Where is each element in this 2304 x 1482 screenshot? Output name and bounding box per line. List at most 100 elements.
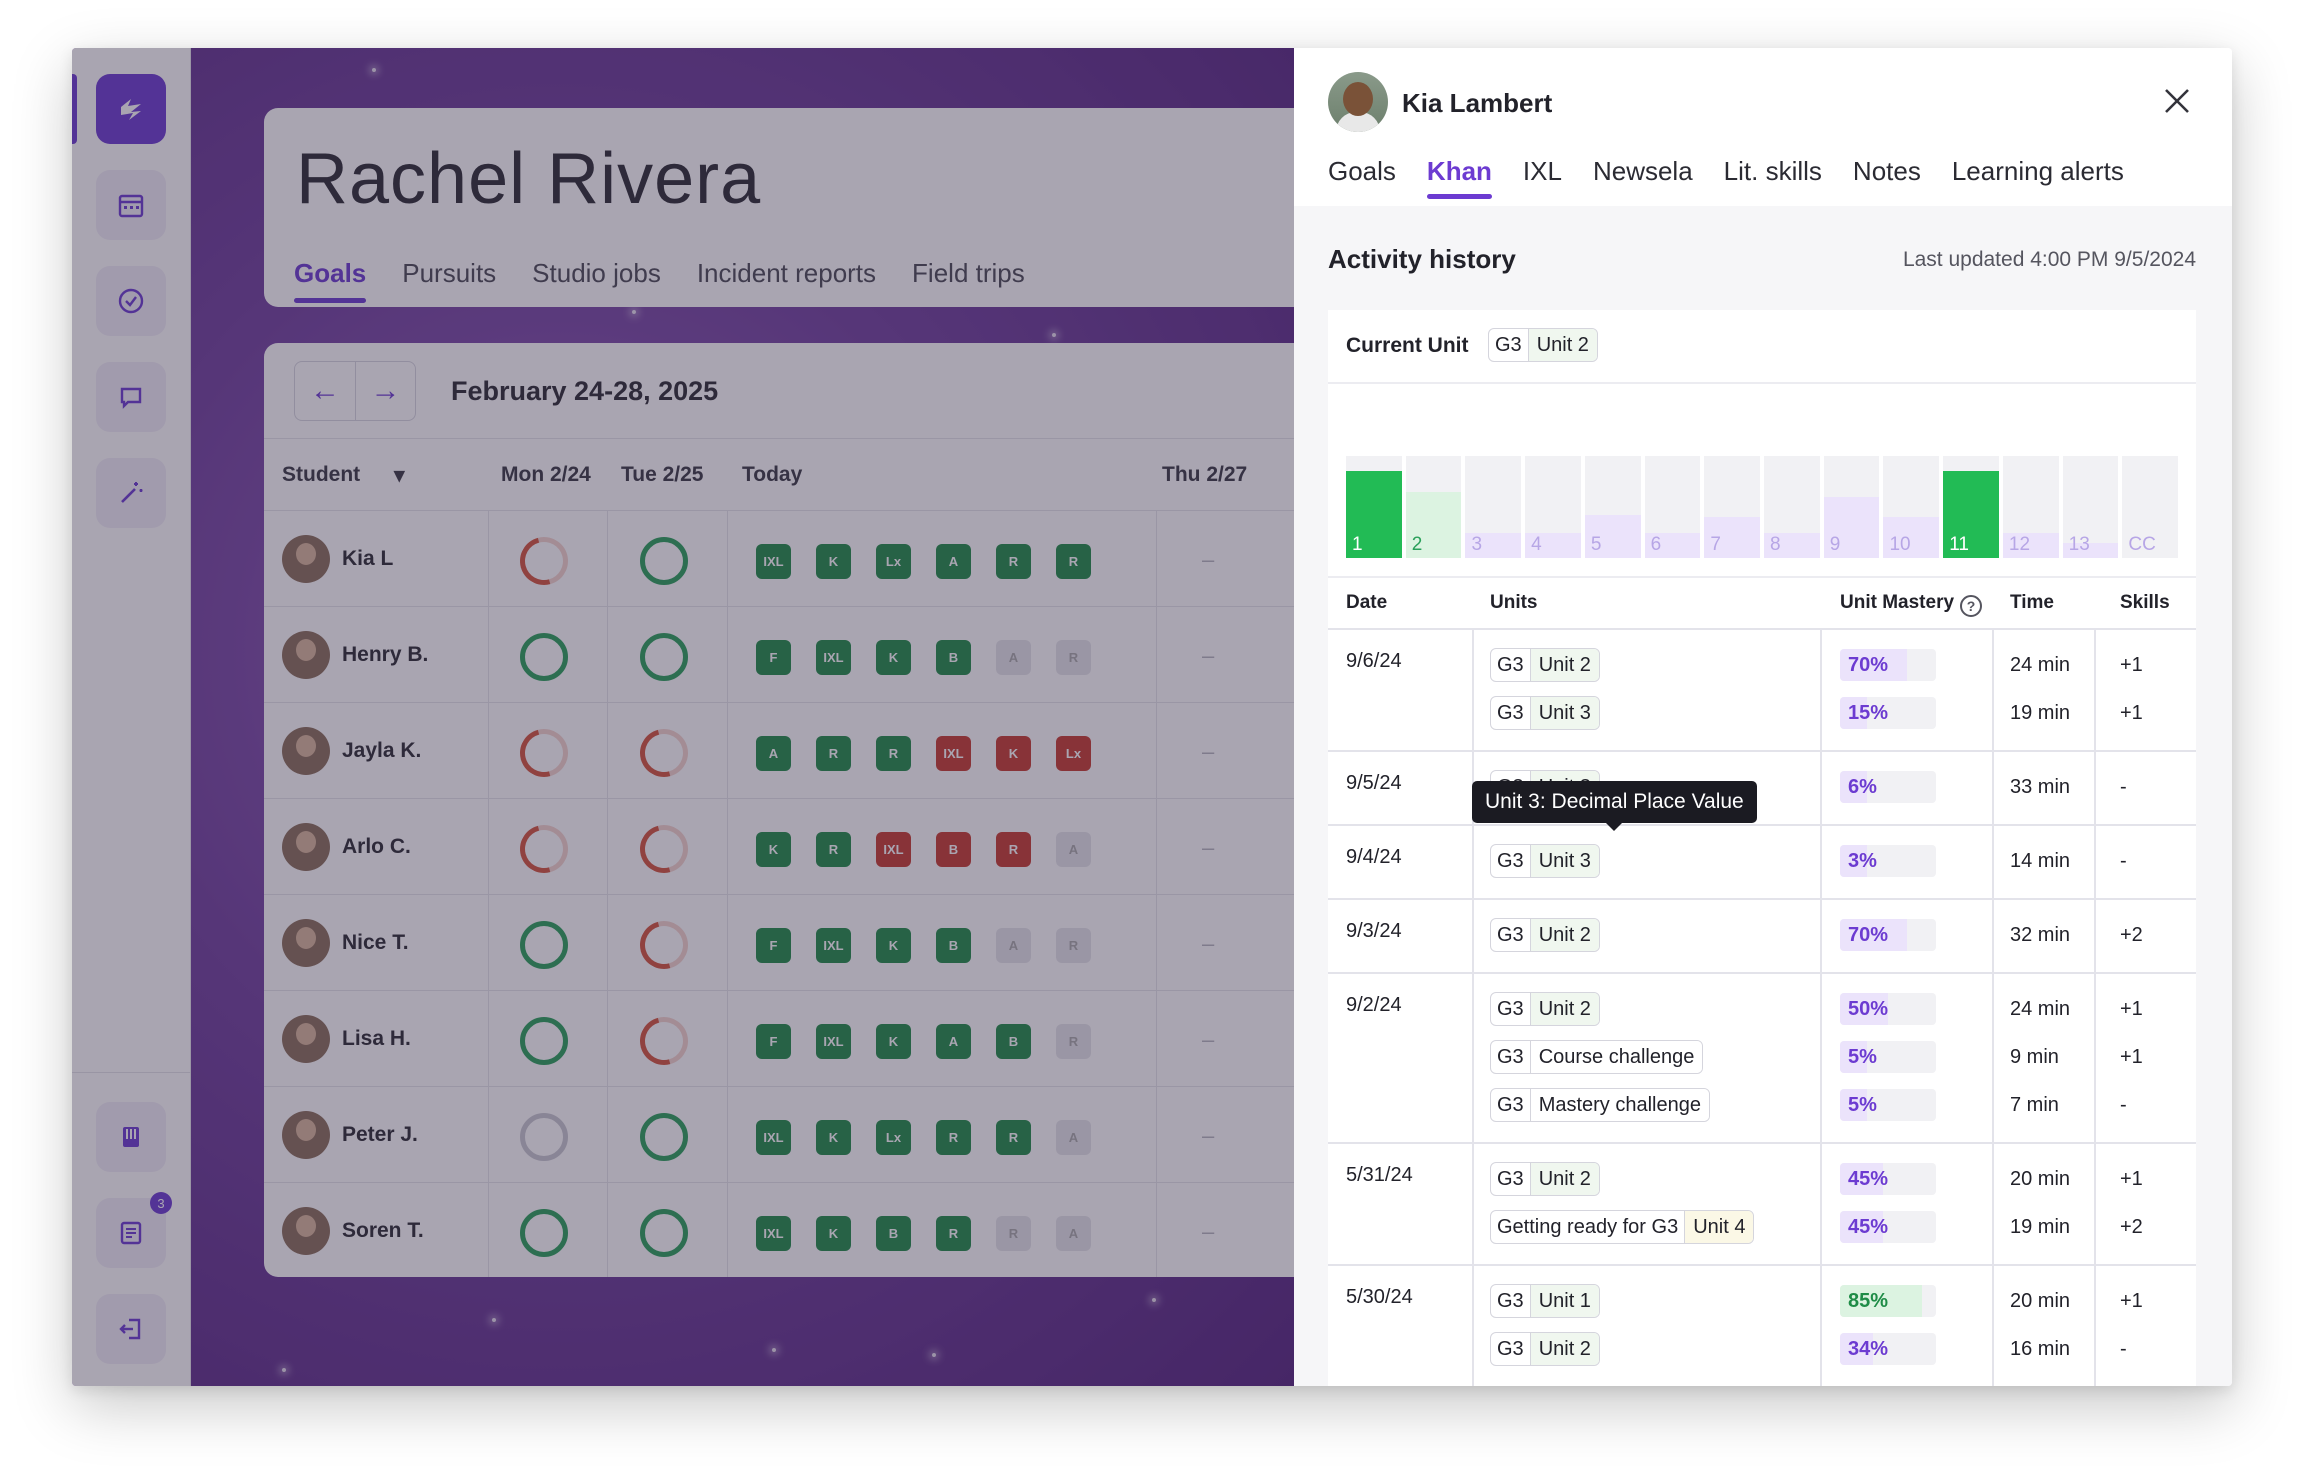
unit-bar[interactable]: CC xyxy=(2122,456,2179,558)
app-icon[interactable]: F xyxy=(756,640,791,675)
tab-lit-skills[interactable]: Lit. skills xyxy=(1724,156,1822,187)
table-row[interactable]: Arlo C. K R IXL B R A – xyxy=(264,799,1294,895)
unit-bar[interactable]: 3 xyxy=(1465,456,1522,558)
unit-chip[interactable]: G3 Unit 1 xyxy=(1490,1284,1600,1318)
app-icon[interactable]: A xyxy=(996,928,1031,963)
app-icon[interactable]: K xyxy=(816,1216,851,1251)
app-icon[interactable]: A xyxy=(1056,1120,1091,1155)
unit-bar[interactable]: 9 xyxy=(1823,456,1880,558)
app-icon[interactable]: Lx xyxy=(876,1120,911,1155)
app-icon[interactable]: A xyxy=(1056,832,1091,867)
progress-ring[interactable] xyxy=(520,1017,568,1065)
unit-chip[interactable]: G3 Course challenge xyxy=(1490,1040,1704,1074)
app-icon[interactable]: B xyxy=(876,1216,911,1251)
app-icon[interactable]: R xyxy=(1056,640,1091,675)
app-icon[interactable]: R xyxy=(1056,1024,1091,1059)
app-icon[interactable]: Lx xyxy=(876,544,911,579)
app-icon[interactable]: R xyxy=(876,736,911,771)
unit-chip[interactable]: G3 Unit 2 xyxy=(1490,648,1600,682)
app-icon[interactable]: R xyxy=(996,1120,1031,1155)
help-icon[interactable]: ? xyxy=(1960,595,1983,617)
app-icon[interactable]: B xyxy=(936,640,971,675)
table-row[interactable]: Lisa H. F IXL K A B R – xyxy=(264,991,1294,1087)
tab-learning-alerts[interactable]: Learning alerts xyxy=(1952,156,2124,187)
app-icon[interactable]: IXL xyxy=(756,1120,791,1155)
tab-field-trips[interactable]: Field trips xyxy=(912,258,1025,289)
app-icon[interactable]: IXL xyxy=(756,1216,791,1251)
calendar-button[interactable] xyxy=(96,170,166,240)
app-icon[interactable]: R xyxy=(1056,544,1091,579)
unit-chip[interactable]: G3 Unit 2 xyxy=(1490,1162,1600,1196)
app-icon[interactable]: R xyxy=(996,832,1031,867)
app-icon[interactable]: B xyxy=(996,1024,1031,1059)
unit-bar[interactable]: 10 xyxy=(1883,456,1940,558)
brand-logo-button[interactable] xyxy=(96,74,166,144)
sort-caret-icon[interactable]: ▾ xyxy=(394,463,405,488)
unit-bar[interactable]: 13 xyxy=(2062,456,2119,558)
unit-chip[interactable]: G3Unit 3 xyxy=(1490,844,1600,878)
unit-bar[interactable]: 12 xyxy=(2002,456,2059,558)
tab-goals[interactable]: Goals xyxy=(1328,156,1396,187)
unit-bar[interactable]: 8 xyxy=(1764,456,1820,558)
close-icon[interactable] xyxy=(2160,84,2194,118)
app-icon[interactable]: A xyxy=(1056,1216,1091,1251)
table-row[interactable]: Nice T. F IXL K B A R – xyxy=(264,895,1294,991)
app-icon[interactable]: B xyxy=(936,832,971,867)
tab-khan[interactable]: Khan xyxy=(1426,156,1492,199)
app-icon[interactable]: IXL xyxy=(816,1024,851,1059)
app-icon[interactable]: IXL xyxy=(756,544,791,579)
app-icon[interactable]: IXL xyxy=(816,640,851,675)
table-row[interactable]: Soren T. IXL K B R R A – xyxy=(264,1183,1294,1277)
app-icon[interactable]: R xyxy=(996,1216,1031,1251)
progress-ring[interactable] xyxy=(520,1113,568,1161)
tab-ixl[interactable]: IXL xyxy=(1523,156,1562,187)
tab-studio-jobs[interactable]: Studio jobs xyxy=(532,258,661,289)
unit-bar[interactable]: 5 xyxy=(1584,456,1641,558)
app-icon[interactable]: K xyxy=(816,544,851,579)
unit-bar[interactable]: 11 xyxy=(1943,456,1999,558)
unit-chip[interactable]: G3 Unit 2 xyxy=(1490,992,1600,1026)
unit-bar[interactable]: 7 xyxy=(1704,456,1761,558)
app-icon[interactable]: R xyxy=(816,736,851,771)
app-icon[interactable]: K xyxy=(876,640,911,675)
progress-ring[interactable] xyxy=(520,921,568,969)
app-icon[interactable]: IXL xyxy=(936,736,971,771)
progress-ring[interactable] xyxy=(520,633,568,681)
app-icon[interactable]: K xyxy=(756,832,791,867)
library-button[interactable] xyxy=(96,1102,166,1172)
unit-chip[interactable]: G3 Mastery challenge xyxy=(1490,1088,1710,1122)
progress-ring[interactable] xyxy=(631,912,697,978)
app-icon[interactable]: R xyxy=(936,1120,971,1155)
unit-chip[interactable]: G3Unit 3 xyxy=(1490,696,1600,730)
unit-bar[interactable]: 2 xyxy=(1405,456,1462,558)
tab-pursuits[interactable]: Pursuits xyxy=(402,258,496,289)
progress-ring[interactable] xyxy=(631,720,697,786)
app-icon[interactable]: IXL xyxy=(876,832,911,867)
column-student[interactable]: Student xyxy=(282,463,360,487)
progress-ring[interactable] xyxy=(640,537,688,585)
unit-bar[interactable]: 4 xyxy=(1525,456,1581,558)
prev-week-button[interactable]: ← xyxy=(295,362,355,420)
app-icon[interactable]: K xyxy=(876,928,911,963)
app-icon[interactable]: R xyxy=(936,1216,971,1251)
tab-newsela[interactable]: Newsela xyxy=(1593,156,1693,187)
unit-chip[interactable]: G3 Unit 2 xyxy=(1490,1332,1600,1366)
app-icon[interactable]: A xyxy=(756,736,791,771)
unit-bar[interactable]: 6 xyxy=(1644,456,1701,558)
app-icon[interactable]: K xyxy=(876,1024,911,1059)
app-icon[interactable]: B xyxy=(936,928,971,963)
unit-bar[interactable]: 1 xyxy=(1346,456,1402,558)
tools-button[interactable] xyxy=(96,458,166,528)
next-week-button[interactable]: → xyxy=(355,362,415,420)
app-icon[interactable]: Lx xyxy=(1056,736,1091,771)
app-icon[interactable]: F xyxy=(756,1024,791,1059)
table-row[interactable]: Peter J. IXL K Lx R R A – xyxy=(264,1087,1294,1183)
unit-chip[interactable]: G3 Unit 2 xyxy=(1490,918,1600,952)
table-row[interactable]: Henry B. F IXL K B A R – xyxy=(264,607,1294,703)
goals-button[interactable] xyxy=(96,266,166,336)
progress-ring[interactable] xyxy=(511,720,577,786)
progress-ring[interactable] xyxy=(640,1209,688,1257)
app-icon[interactable]: K xyxy=(816,1120,851,1155)
table-row[interactable]: Jayla K. A R R IXL K Lx – xyxy=(264,703,1294,799)
progress-ring[interactable] xyxy=(631,816,697,882)
